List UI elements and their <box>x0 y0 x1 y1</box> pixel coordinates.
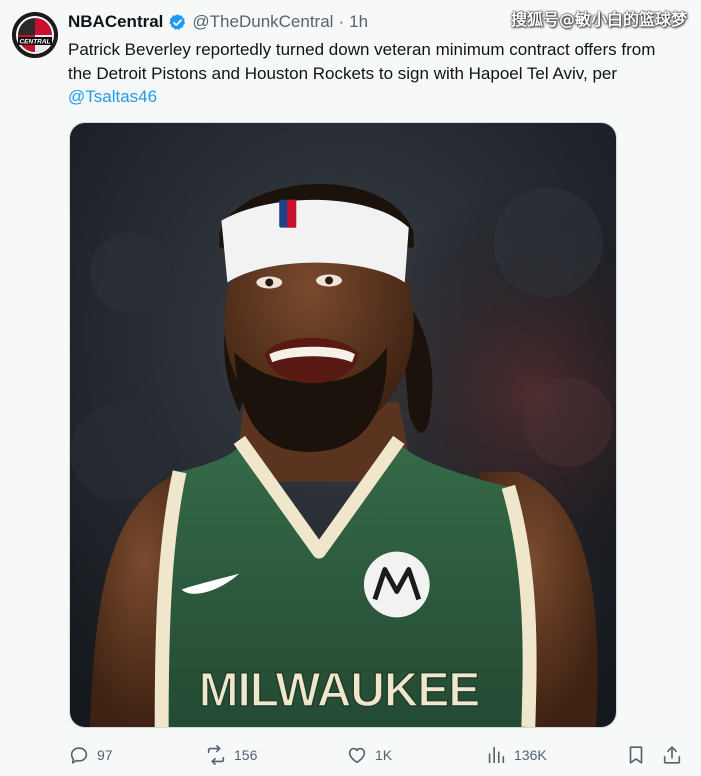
retweet-button[interactable]: 156 <box>205 735 257 775</box>
heart-icon <box>348 747 366 764</box>
separator-dot: · <box>338 12 345 31</box>
retweet-icon <box>207 745 225 765</box>
reply-icon <box>70 747 88 764</box>
tweet-timestamp[interactable]: 1h <box>349 12 368 32</box>
share-icon <box>663 746 681 764</box>
reply-button[interactable]: 97 <box>68 735 113 775</box>
tweet-actions: 97 156 1K 136K <box>0 735 701 775</box>
bookmark-button[interactable] <box>625 735 647 775</box>
analytics-icon <box>488 746 505 764</box>
jersey-wordmark: MILWAUKEE <box>199 664 480 717</box>
verified-badge-icon <box>169 13 186 30</box>
mention-link[interactable]: @Tsaltas46 <box>68 87 157 106</box>
tweet-photo[interactable]: MILWAUKEE <box>69 122 617 728</box>
author-name[interactable]: NBACentral <box>68 12 163 32</box>
avatar-text: CENTRAL <box>19 39 50 46</box>
watermark: 搜狐号@敏小白的篮球梦 <box>510 10 687 29</box>
author-handle[interactable]: @TheDunkCentral <box>192 12 333 32</box>
views-button[interactable]: 136K <box>485 735 547 775</box>
share-button[interactable] <box>661 735 683 775</box>
retweet-count: 156 <box>234 747 258 763</box>
like-count: 1K <box>375 747 393 763</box>
tweet-header: NBACentral @TheDunkCentral · 1h <box>68 11 368 33</box>
bookmark-icon <box>629 746 643 764</box>
view-count: 136K <box>514 747 547 763</box>
tweet-body: Patrick Beverley reportedly turned down … <box>68 40 656 83</box>
reply-count: 97 <box>97 747 113 763</box>
author-avatar[interactable]: CENTRAL <box>12 12 58 58</box>
tweet-text: Patrick Beverley reportedly turned down … <box>68 38 683 109</box>
like-button[interactable]: 1K <box>346 735 392 775</box>
nba-central-logo-icon: CENTRAL <box>12 12 58 58</box>
player-photo: MILWAUKEE <box>70 123 616 727</box>
